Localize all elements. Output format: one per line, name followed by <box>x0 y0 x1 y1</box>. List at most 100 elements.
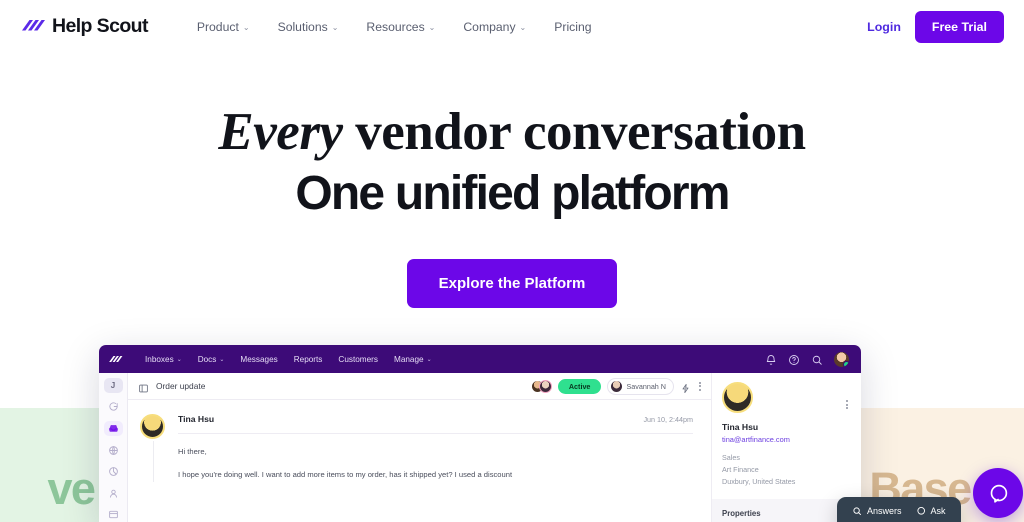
rail-user-badge[interactable]: J <box>103 378 123 393</box>
assignee-chip[interactable]: Savannah N <box>607 377 674 395</box>
hero-headline-rest: vendor conversation <box>342 103 806 161</box>
customer-card: Tina Hsu tina@artfinance.com Sales Art F… <box>712 373 861 499</box>
rail-item-inbox[interactable] <box>103 421 123 436</box>
conversation-pane: Order update Active Savannah N Tina Hsu … <box>128 373 711 522</box>
chevron-down-icon: ⌄ <box>176 357 182 363</box>
inbox-icon <box>108 423 119 434</box>
nav-item-product[interactable]: Product ⌄ <box>183 14 264 40</box>
app-nav-item-manage[interactable]: Manage ⌄ <box>386 351 440 368</box>
chevron-down-icon: ⌄ <box>242 22 250 32</box>
message-header: Tina Hsu Jun 10, 2:44pm <box>178 414 693 434</box>
assignee-avatar <box>611 380 623 392</box>
status-badge[interactable]: Active <box>557 378 602 394</box>
customer-company: Art Finance <box>722 464 759 474</box>
message-thread: Tina Hsu Jun 10, 2:44pm Hi there, I hope… <box>128 400 711 522</box>
customer-location: Duxbury, United States <box>722 476 796 486</box>
app-nav-item-reports[interactable]: Reports <box>286 351 331 368</box>
app-screenshot: Inboxes ⌄ Docs ⌄ Messages Reports Custom… <box>99 345 861 522</box>
answers-ask-bar: Answers Ask <box>837 497 961 522</box>
bell-icon[interactable] <box>765 353 777 365</box>
more-options-icon[interactable] <box>697 381 703 391</box>
participant-avatar <box>538 379 552 393</box>
message-item: Tina Hsu Jun 10, 2:44pm Hi there, I hope… <box>128 414 711 483</box>
helpscout-slashes-logo-icon[interactable] <box>108 353 123 365</box>
rail-item-archive[interactable] <box>104 507 123 522</box>
rail-item-person[interactable] <box>104 486 123 501</box>
side-panel-icon[interactable] <box>138 381 149 392</box>
chevron-down-icon: ⌄ <box>428 22 436 32</box>
message-body: Hi there, I hope you're doing well. I wa… <box>178 434 693 482</box>
login-link[interactable]: Login <box>867 20 901 34</box>
archive-icon <box>108 509 119 520</box>
app-nav-item-inboxes[interactable]: Inboxes ⌄ <box>137 351 190 368</box>
app-navigation: Inboxes ⌄ Docs ⌄ Messages Reports Custom… <box>137 351 440 368</box>
search-icon[interactable] <box>811 353 823 365</box>
nav-item-pricing-label: Pricing <box>554 19 592 34</box>
app-nav-messages-label: Messages <box>240 354 278 364</box>
nav-item-solutions-label: Solutions <box>277 19 328 34</box>
chevron-down-icon: ⌄ <box>519 22 527 32</box>
globe-icon <box>108 445 119 456</box>
hero-headline-line2: One unified platform <box>295 166 730 220</box>
app-nav-item-messages[interactable]: Messages <box>232 351 285 368</box>
hero-section: Every vendor conversation One unified pl… <box>0 53 1024 309</box>
ask-button[interactable]: Ask <box>916 506 946 516</box>
app-top-actions <box>765 351 853 367</box>
free-trial-button[interactable]: Free Trial <box>914 10 1004 43</box>
customer-avatar <box>722 382 753 413</box>
customer-email[interactable]: tina@artfinance.com <box>722 435 851 444</box>
header-actions: Login Free Trial <box>867 10 1004 43</box>
participant-avatars[interactable] <box>530 379 552 393</box>
app-nav-inboxes-label: Inboxes <box>145 354 174 364</box>
help-circle-icon[interactable] <box>788 353 800 365</box>
workflow-bolt-icon[interactable] <box>680 381 691 393</box>
app-body: J Order update Active Savannah N Tina Hs… <box>99 373 861 522</box>
nav-item-company[interactable]: Company ⌄ <box>449 14 540 40</box>
message-author-avatar <box>140 414 165 439</box>
conversation-title: Order update <box>156 381 206 391</box>
message-author: Tina Hsu <box>178 414 215 424</box>
explore-platform-button[interactable]: Explore the Platform <box>406 259 618 309</box>
rail-item-chat[interactable] <box>104 400 123 415</box>
chevron-down-icon: ⌄ <box>331 22 339 32</box>
nav-item-resources[interactable]: Resources ⌄ <box>352 14 449 40</box>
message-paragraph: I hope you're doing well. I want to add … <box>178 470 513 480</box>
customer-name: Tina Hsu <box>722 422 759 432</box>
customer-role: Sales <box>722 453 740 462</box>
conversation-actions: Active Savannah N <box>530 377 703 395</box>
rail-item-reports[interactable] <box>104 464 123 479</box>
app-nav-reports-label: Reports <box>293 354 323 364</box>
pie-chart-icon <box>108 466 119 477</box>
nav-item-solutions[interactable]: Solutions ⌄ <box>264 14 353 40</box>
message-greeting: Hi there, <box>178 447 207 456</box>
app-nav-item-docs[interactable]: Docs ⌄ <box>190 351 233 368</box>
chat-launcher-button[interactable] <box>973 468 1023 518</box>
message-timestamp: Jun 10, 2:44pm <box>643 415 693 424</box>
customer-meta: Sales Art Finance Duxbury, United States <box>722 452 851 488</box>
app-nav-docs-label: Docs <box>197 354 217 364</box>
assignee-label: Savannah N <box>626 381 666 391</box>
brand-logo[interactable]: Help Scout <box>20 15 148 38</box>
rail-item-globe[interactable] <box>104 443 123 458</box>
brand-name: Help Scout <box>52 15 148 37</box>
chat-bubble-icon <box>916 506 926 516</box>
user-avatar[interactable] <box>834 351 849 367</box>
hero-headline-emphasis: Every <box>218 103 343 161</box>
chevron-down-icon: ⌄ <box>426 357 432 363</box>
main-navigation: Product ⌄ Solutions ⌄ Resources ⌄ Compan… <box>183 14 606 40</box>
app-nav-customers-label: Customers <box>338 354 378 364</box>
helpscout-slashes-logo-icon <box>20 17 46 37</box>
nav-item-pricing[interactable]: Pricing <box>540 14 605 40</box>
customer-more-options-icon[interactable] <box>844 400 850 409</box>
site-header: Help Scout Product ⌄ Solutions ⌄ Resourc… <box>0 0 1024 53</box>
nav-item-product-label: Product <box>196 19 239 34</box>
hero-headline-line1: Every vendor conversation <box>0 103 1024 161</box>
nav-item-company-label: Company <box>463 19 516 34</box>
thread-connector <box>152 441 154 483</box>
person-icon <box>108 488 119 499</box>
answers-button[interactable]: Answers <box>852 506 902 516</box>
nav-item-resources-label: Resources <box>366 19 425 34</box>
app-nav-item-customers[interactable]: Customers <box>330 351 386 368</box>
ask-label: Ask <box>930 506 946 516</box>
customer-properties-title: Properties <box>722 508 761 518</box>
